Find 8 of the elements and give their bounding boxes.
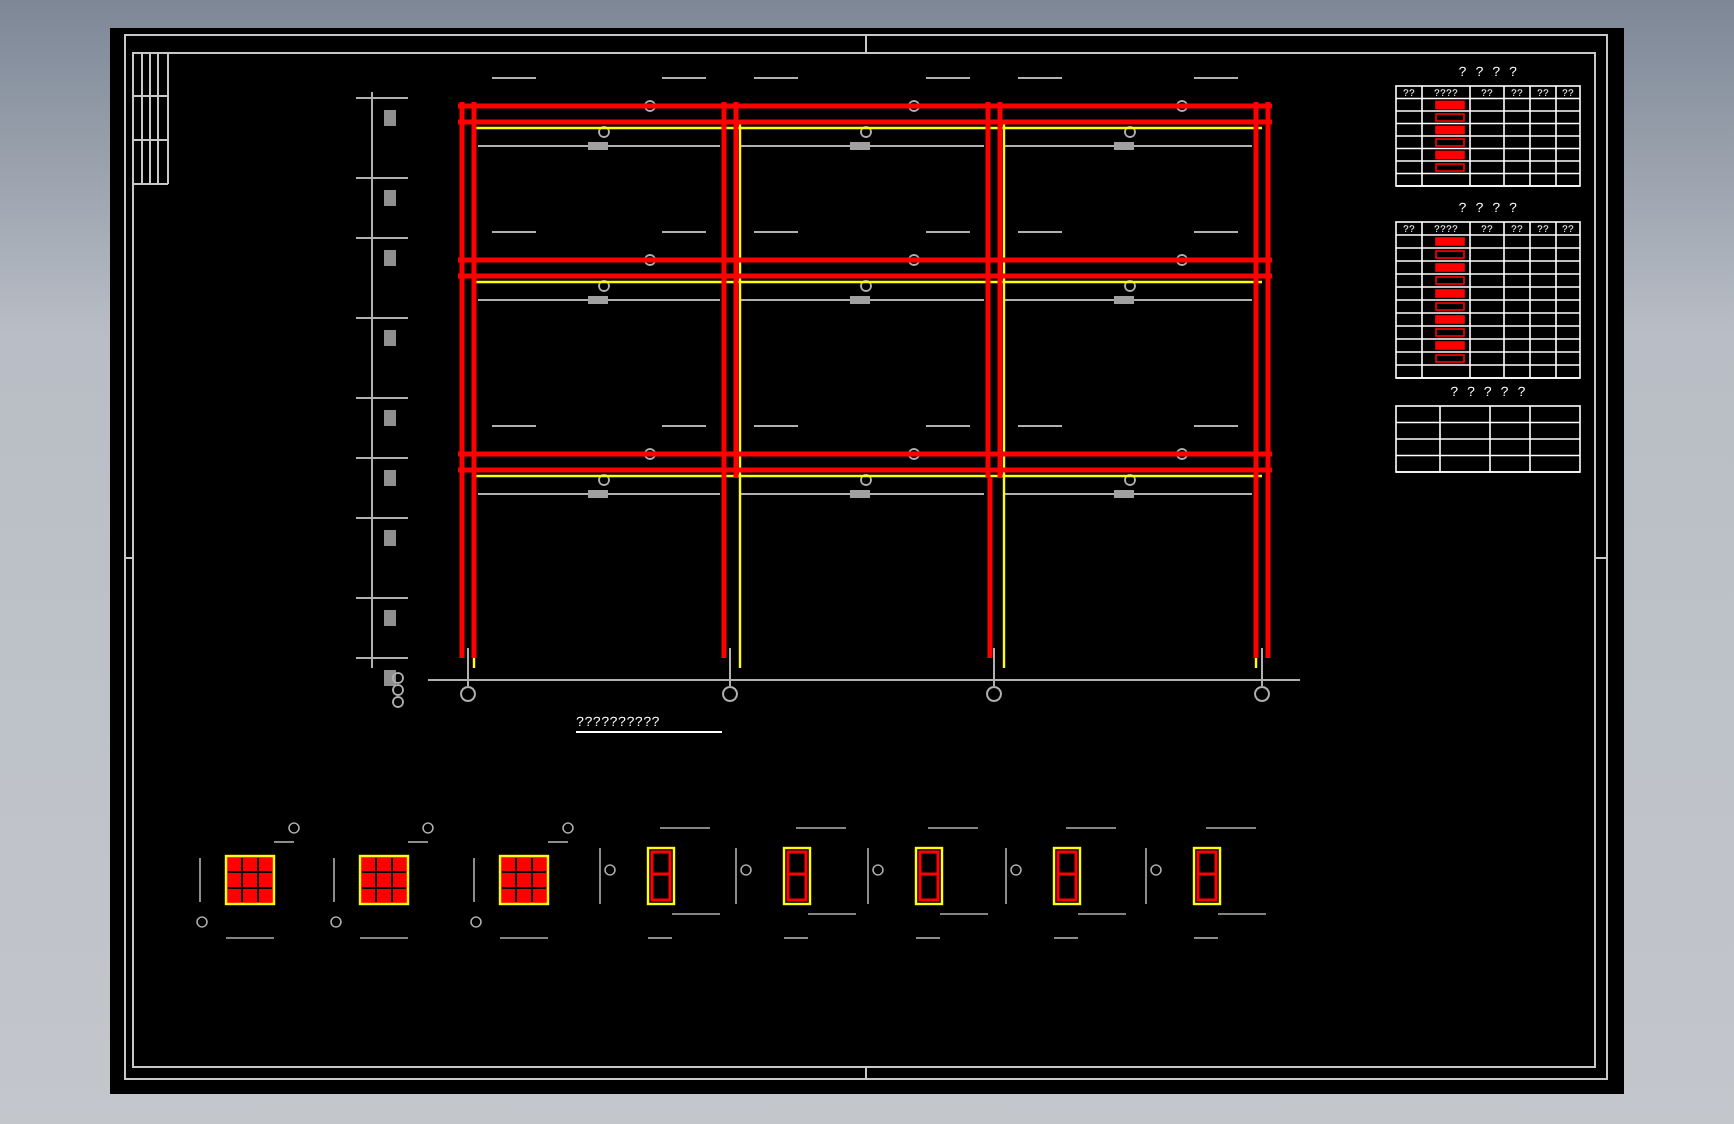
beam-section-drawing (599, 827, 721, 939)
column-section-drawing (330, 822, 434, 939)
beam-section-drawing (1145, 827, 1267, 939)
beam-section-drawing (1005, 827, 1127, 939)
column-section-drawing (196, 822, 300, 939)
beam-section-drawing (867, 827, 989, 939)
beam-section-drawing (735, 827, 857, 939)
column-section-drawing (470, 822, 574, 939)
